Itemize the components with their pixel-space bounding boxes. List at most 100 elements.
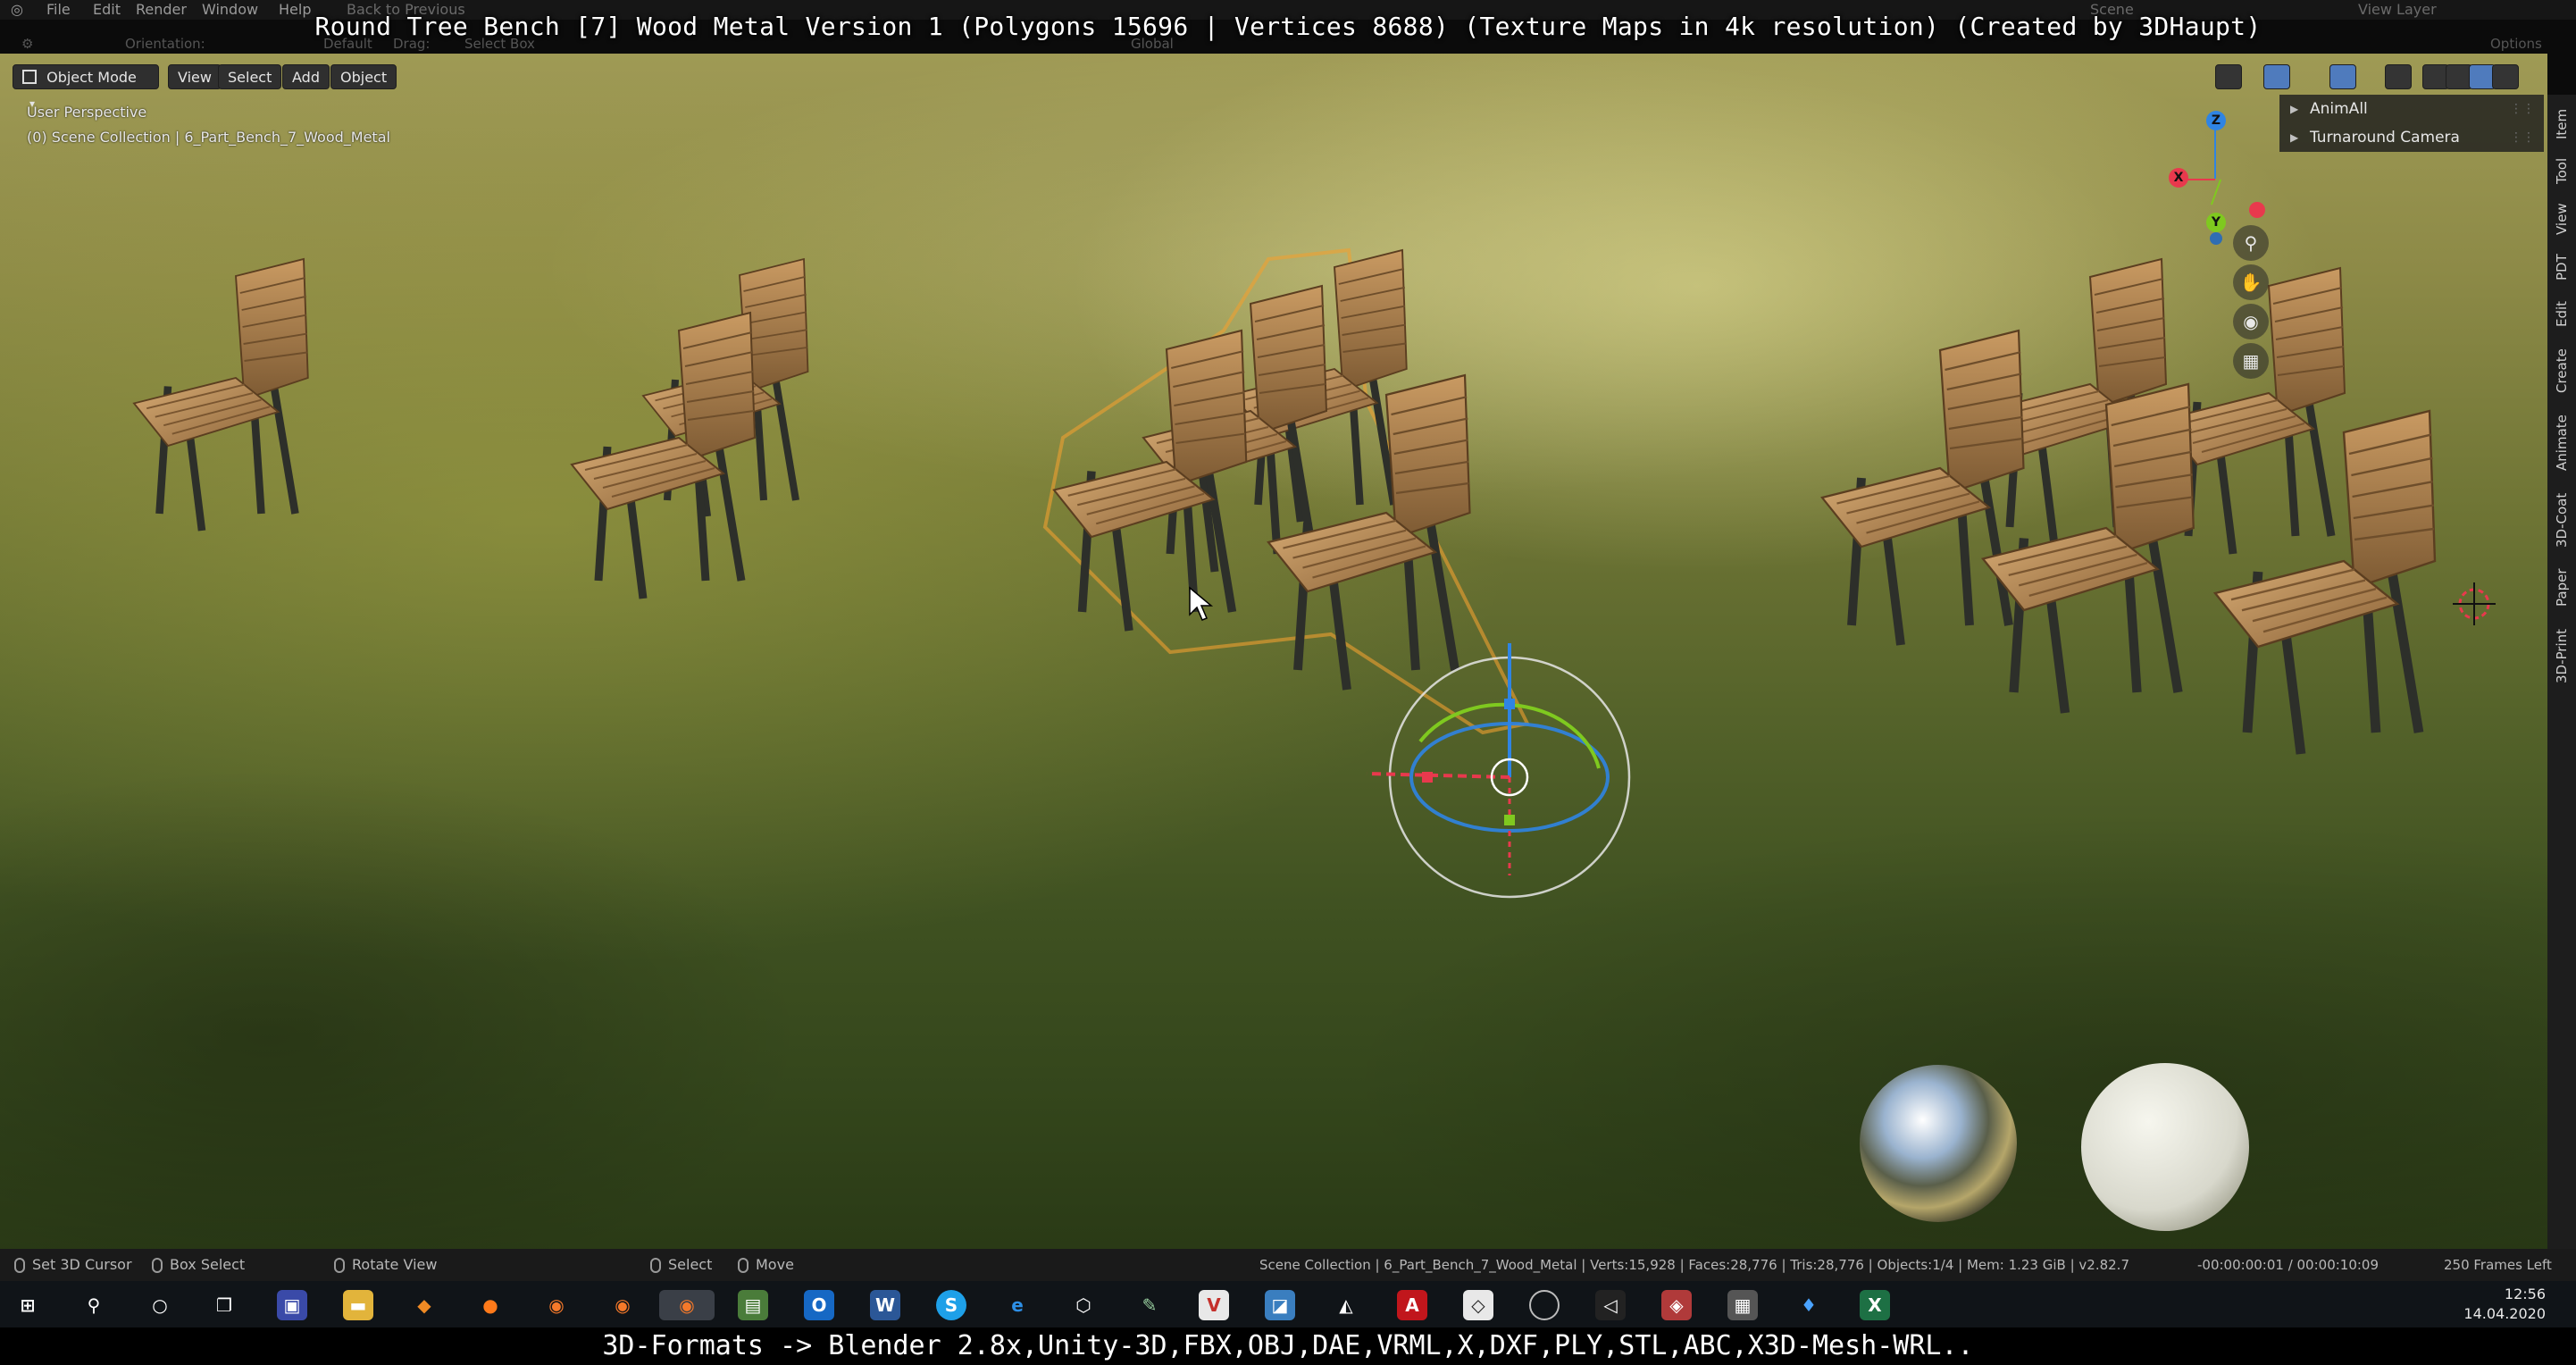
search-icon[interactable]: ⚲	[79, 1290, 109, 1320]
hint-box-select: Box Select	[152, 1249, 245, 1281]
menu-add[interactable]: Add	[282, 64, 330, 89]
mouse-right-icon	[650, 1258, 661, 1273]
ortho-toggle-icon[interactable]: ▦	[2233, 343, 2269, 379]
hint-box-select-label: Box Select	[170, 1256, 246, 1273]
save-app-icon[interactable]: ▣	[277, 1290, 307, 1320]
menu-edit[interactable]: Edit	[93, 0, 121, 20]
collapse-arrow-icon: ▶	[2290, 103, 2299, 115]
axis-y-icon[interactable]: Y	[2206, 213, 2226, 232]
axis-neg-z-icon[interactable]	[2210, 232, 2222, 245]
menu-file[interactable]: File	[46, 0, 71, 20]
system-clock[interactable]: 12:56 14.04.2020	[2430, 1285, 2546, 1324]
transform-orientation-dropdown[interactable]: Global	[1131, 36, 1174, 52]
windows-start-icon[interactable]: ⊞	[13, 1290, 43, 1320]
acrobat-icon[interactable]: A	[1397, 1290, 1427, 1320]
view-layer-selector[interactable]: View Layer	[2358, 0, 2437, 20]
tool-header: ⚙ Orientation: Default Drag: Select Box …	[0, 34, 2576, 55]
tab-3d-print[interactable]: 3D-Print	[2547, 620, 2576, 691]
hint-select-label: Select	[668, 1256, 713, 1273]
maps-icon[interactable]: ♦	[1794, 1290, 1824, 1320]
vivaldi-icon[interactable]: V	[1199, 1290, 1229, 1320]
unity-icon[interactable]: ◇	[1463, 1290, 1493, 1320]
tab-paper[interactable]: Paper	[2547, 561, 2576, 615]
orientation-dropdown[interactable]: Default	[323, 36, 372, 52]
object-mode-dropdown[interactable]: Object Mode ▾	[13, 64, 159, 110]
calculator-icon[interactable]: ▦	[1727, 1290, 1758, 1320]
tool-icon[interactable]: ✎	[1134, 1290, 1165, 1320]
menu-select[interactable]: Select	[218, 64, 282, 89]
video-caption-overlay: 3D-Formats -> Blender 2.8x,Unity-3D,FBX,…	[0, 1327, 2576, 1365]
axis-x-icon[interactable]: X	[2169, 168, 2188, 188]
tab-3d-coat[interactable]: 3D-Coat	[2547, 484, 2576, 556]
tab-item[interactable]: Item	[2547, 104, 2576, 145]
xray-toggle-icon[interactable]	[2385, 64, 2412, 89]
tab-pdt[interactable]: PDT	[2547, 247, 2576, 288]
mouse-pointer	[1189, 586, 1214, 621]
hdri-matte-sphere	[2081, 1063, 2249, 1231]
menu-object[interactable]: Object	[330, 64, 397, 89]
edge-icon[interactable]: e	[1002, 1290, 1033, 1320]
blender-active-icon[interactable]: ◉	[659, 1290, 715, 1320]
outlook-icon[interactable]: O	[804, 1290, 834, 1320]
zoom-view-icon[interactable]: ⚲	[2233, 225, 2269, 261]
bench-chair-far-left	[134, 259, 308, 531]
menu-view[interactable]: View	[168, 64, 222, 89]
axis-neg-x-icon[interactable]	[2249, 202, 2265, 218]
unity-hub-icon[interactable]: ◁	[1595, 1290, 1626, 1320]
panel-animall[interactable]: ▶ AnimAll ⋮⋮	[2279, 95, 2544, 123]
object-mode-label: Object Mode	[46, 69, 137, 86]
bench-chair-group-selected	[1042, 250, 1530, 735]
back-to-previous-button[interactable]: Back to Previous	[347, 0, 465, 20]
camera-view-icon[interactable]: ◉	[2233, 304, 2269, 339]
tab-tool[interactable]: Tool	[2547, 150, 2576, 191]
hint-set-3d-cursor-label: Set 3D Cursor	[32, 1256, 132, 1273]
menu-help[interactable]: Help	[279, 0, 311, 20]
options-dropdown[interactable]: Options	[2490, 36, 2542, 52]
tool-icon[interactable]: ⚙	[21, 36, 33, 52]
menu-window[interactable]: Window	[202, 0, 258, 20]
perspective-label: User Perspective	[27, 104, 147, 121]
word-icon[interactable]: W	[870, 1290, 900, 1320]
photo-app-icon[interactable]: ◪	[1265, 1290, 1295, 1320]
blender-logo-icon[interactable]: ◎	[11, 0, 23, 20]
obs-icon[interactable]	[1529, 1290, 1560, 1320]
cortana-icon[interactable]: ○	[145, 1290, 175, 1320]
overlay-toggle-icon[interactable]	[2329, 64, 2356, 89]
blender-icon[interactable]: ◉	[607, 1290, 638, 1320]
drag-grip-icon[interactable]: ⋮⋮	[2510, 123, 2535, 152]
game-app-icon[interactable]: ◈	[1661, 1290, 1692, 1320]
drag-grip-icon[interactable]: ⋮⋮	[2510, 95, 2535, 123]
sidebar-tabs: Item Tool View PDT Edit Create Animate 3…	[2547, 95, 2576, 1249]
tab-animate[interactable]: Animate	[2547, 407, 2576, 479]
file-explorer-icon[interactable]: ▬	[343, 1290, 373, 1320]
firefox-icon[interactable]: ●	[475, 1290, 506, 1320]
chevron-down-icon: ▾	[29, 97, 36, 110]
3d-box-icon[interactable]: ⬡	[1068, 1290, 1099, 1320]
panel-turnaround-camera[interactable]: ▶ Turnaround Camera ⋮⋮	[2279, 123, 2544, 152]
skype-icon[interactable]: S	[936, 1290, 966, 1320]
tab-create[interactable]: Create	[2547, 339, 2576, 402]
excel-icon[interactable]: X	[1860, 1290, 1890, 1320]
gizmo-toggle-icon[interactable]	[2263, 64, 2290, 89]
menu-render[interactable]: Render	[136, 0, 187, 20]
tab-view[interactable]: View	[2547, 197, 2576, 241]
bench-chair-group-left	[572, 259, 808, 599]
visibility-icon[interactable]	[2215, 64, 2242, 89]
3d-viewport[interactable]: User Perspective (0) Scene Collection | …	[0, 54, 2547, 1249]
rendered-shading-icon[interactable]	[2492, 64, 2519, 89]
tab-edit[interactable]: Edit	[2547, 293, 2576, 334]
pan-view-icon[interactable]: ✋	[2233, 264, 2269, 300]
inkscape-icon[interactable]: ◭	[1331, 1290, 1361, 1320]
blender-flame-icon[interactable]: ◆	[409, 1290, 439, 1320]
windows-taskbar: ⊞ ⚲ ○ ❐ ▣ ▬ ◆ ● ◉ ◉ ◉ ▤ O W S e ⬡ ✎ V ◪ …	[0, 1281, 2576, 1327]
axis-z-icon[interactable]: Z	[2206, 111, 2226, 130]
object-mode-icon	[22, 70, 37, 84]
navigation-gizmo[interactable]: Z X Y	[2144, 107, 2287, 250]
scene-selector[interactable]: Scene	[2090, 0, 2134, 20]
task-view-icon[interactable]: ❐	[209, 1290, 239, 1320]
blender-icon[interactable]: ◉	[541, 1290, 572, 1320]
drag-dropdown[interactable]: Select Box	[464, 36, 535, 52]
mouse-drag-icon	[738, 1258, 749, 1273]
notepad-icon[interactable]: ▤	[738, 1290, 768, 1320]
orientation-label: Orientation:	[125, 36, 205, 52]
